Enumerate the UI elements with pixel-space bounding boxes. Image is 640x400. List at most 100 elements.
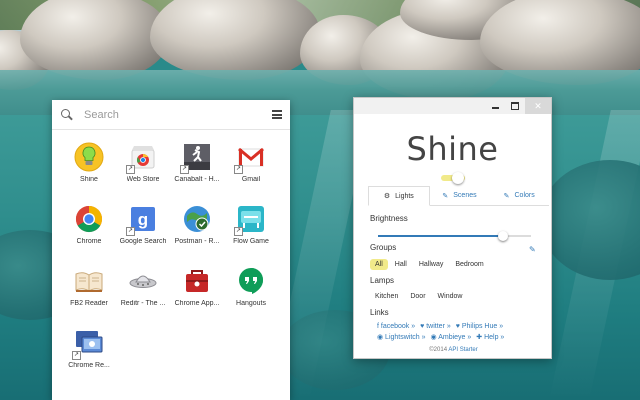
footer: ©2014 API Starter bbox=[354, 347, 553, 353]
group-chip[interactable]: Hall bbox=[390, 259, 412, 270]
app-launcher: Shine ↗ Web Store bbox=[52, 100, 290, 400]
app-chrome[interactable]: Chrome bbox=[62, 204, 116, 266]
lightbulb-icon bbox=[74, 142, 104, 172]
app-google-search[interactable]: g ↗ Google Search bbox=[116, 204, 170, 266]
shine-app-window: ✕ Shine ⚙ Lights ✎ Scenes ✎ Colors Brigh… bbox=[353, 97, 552, 359]
tab-lights[interactable]: ⚙ Lights bbox=[368, 186, 430, 206]
tab-label: Lights bbox=[395, 192, 414, 200]
chrome-remote-desktop-icon: ↗ bbox=[72, 328, 104, 360]
brightness-slider[interactable] bbox=[378, 231, 531, 241]
app-label: Web Store bbox=[126, 176, 160, 183]
links-list: f facebook » ♥ twitter » ♥ Philips Hue »… bbox=[377, 321, 537, 343]
app-label: Postman - R... bbox=[174, 238, 220, 245]
app-label: Google Search bbox=[119, 238, 167, 245]
app-label: Reditr - The ... bbox=[120, 300, 166, 307]
app-label: Chrome App... bbox=[174, 300, 220, 307]
search-input[interactable] bbox=[84, 108, 272, 121]
link-ambieye[interactable]: ◉ Ambieye » bbox=[431, 332, 472, 343]
eyedropper-icon: ✎ bbox=[503, 192, 510, 200]
app-label: FB2 Reader bbox=[70, 300, 108, 307]
app-label: Flow Game bbox=[233, 238, 269, 245]
footer-link[interactable]: API Starter bbox=[448, 347, 477, 353]
shortcut-arrow-icon: ↗ bbox=[126, 227, 135, 236]
pencil-icon[interactable]: ✎ bbox=[529, 245, 536, 254]
brush-icon: ✎ bbox=[442, 192, 449, 200]
lamp-chip[interactable]: Kitchen bbox=[370, 291, 403, 302]
lamps-label: Lamps bbox=[370, 276, 395, 285]
launcher-search-bar bbox=[52, 100, 290, 130]
link-lightswitch[interactable]: ◉ Lightswitch » bbox=[377, 332, 426, 343]
lamp-chip[interactable]: Window bbox=[433, 291, 468, 302]
group-chip[interactable]: Bedroom bbox=[450, 259, 488, 270]
tab-label: Colors bbox=[514, 192, 535, 199]
gmail-icon: ↗ bbox=[234, 142, 266, 174]
shortcut-arrow-icon: ↗ bbox=[72, 351, 81, 360]
reditr-icon bbox=[128, 266, 158, 296]
app-title: Shine bbox=[406, 130, 499, 168]
minimize-button[interactable] bbox=[485, 98, 505, 114]
app-chrome-app-launcher[interactable]: Chrome App... bbox=[170, 266, 224, 328]
links-label: Links bbox=[370, 308, 389, 317]
canabalt-icon: ↗ bbox=[180, 142, 212, 174]
app-fb2-reader[interactable]: FB2 Reader bbox=[62, 266, 116, 328]
hamburger-menu-icon[interactable] bbox=[272, 110, 282, 119]
link-twitter[interactable]: ♥ twitter » bbox=[420, 321, 451, 332]
app-chrome-remote-desktop[interactable]: ↗ Chrome Re... bbox=[62, 328, 116, 390]
slider-fill bbox=[378, 235, 504, 237]
shortcut-arrow-icon: ↗ bbox=[126, 165, 135, 174]
groups-list: All Hall Hallway Bedroom bbox=[370, 259, 489, 270]
app-canabalt[interactable]: ↗ Canabalt - H... bbox=[170, 142, 224, 204]
link-help[interactable]: ✚ Help » bbox=[476, 332, 504, 343]
app-label: Shine bbox=[80, 176, 98, 183]
app-flow-game[interactable]: ↗ Flow Game bbox=[224, 204, 278, 266]
tab-scenes[interactable]: ✎ Scenes bbox=[430, 186, 490, 205]
app-label: Chrome bbox=[76, 238, 102, 245]
svg-text:g: g bbox=[138, 210, 148, 229]
app-grid: Shine ↗ Web Store ↗ Canabalt - H... ↗ Gm… bbox=[62, 142, 282, 390]
app-shine[interactable]: Shine bbox=[62, 142, 116, 204]
gear-icon: ⚙ bbox=[383, 193, 391, 200]
footer-copyright: ©2014 bbox=[429, 347, 449, 353]
flow-game-icon: ↗ bbox=[234, 204, 266, 236]
search-icon bbox=[60, 108, 74, 122]
shortcut-arrow-icon: ↗ bbox=[234, 227, 243, 236]
lamps-list: Kitchen Door Window bbox=[370, 291, 467, 302]
groups-label: Groups bbox=[370, 243, 397, 252]
fb2-reader-icon bbox=[74, 266, 104, 296]
google-search-icon: g ↗ bbox=[126, 204, 158, 236]
tab-colors[interactable]: ✎ Colors bbox=[489, 186, 549, 205]
group-chip[interactable]: All bbox=[370, 259, 388, 270]
app-hangouts[interactable]: Hangouts bbox=[224, 266, 278, 328]
hangouts-icon bbox=[236, 266, 266, 296]
wallpaper-rock bbox=[150, 0, 320, 80]
web-store-icon: ↗ bbox=[126, 142, 158, 174]
power-toggle[interactable] bbox=[440, 172, 465, 184]
chrome-icon bbox=[74, 204, 104, 234]
app-reditr[interactable]: Reditr - The ... bbox=[116, 266, 170, 328]
links-row: ◉ Lightswitch » ◉ Ambieye » ✚ Help » bbox=[377, 332, 537, 343]
lamp-chip[interactable]: Door bbox=[405, 291, 430, 302]
app-label: Chrome Re... bbox=[68, 362, 110, 369]
tab-label: Scenes bbox=[453, 192, 477, 199]
postman-icon bbox=[182, 204, 212, 234]
link-philips-hue[interactable]: ♥ Philips Hue » bbox=[456, 321, 503, 332]
app-label: Hangouts bbox=[236, 300, 266, 307]
slider-handle[interactable] bbox=[498, 231, 509, 241]
links-row: f facebook » ♥ twitter » ♥ Philips Hue » bbox=[377, 321, 537, 332]
app-label: Canabalt - H... bbox=[174, 176, 220, 183]
brightness-label: Brightness bbox=[370, 214, 408, 223]
chrome-app-launcher-icon bbox=[182, 266, 212, 296]
group-chip[interactable]: Hallway bbox=[414, 259, 449, 270]
tab-bar: ⚙ Lights ✎ Scenes ✎ Colors bbox=[368, 186, 549, 206]
window-titlebar[interactable]: ✕ bbox=[354, 98, 551, 114]
link-facebook[interactable]: f facebook » bbox=[377, 321, 415, 332]
app-label: Gmail bbox=[241, 176, 261, 183]
app-gmail[interactable]: ↗ Gmail bbox=[224, 142, 278, 204]
app-postman[interactable]: Postman - R... bbox=[170, 204, 224, 266]
maximize-button[interactable] bbox=[505, 98, 525, 114]
shortcut-arrow-icon: ↗ bbox=[234, 165, 243, 174]
toggle-knob bbox=[451, 172, 464, 184]
shortcut-arrow-icon: ↗ bbox=[180, 165, 189, 174]
app-web-store[interactable]: ↗ Web Store bbox=[116, 142, 170, 204]
close-button[interactable]: ✕ bbox=[525, 98, 551, 114]
